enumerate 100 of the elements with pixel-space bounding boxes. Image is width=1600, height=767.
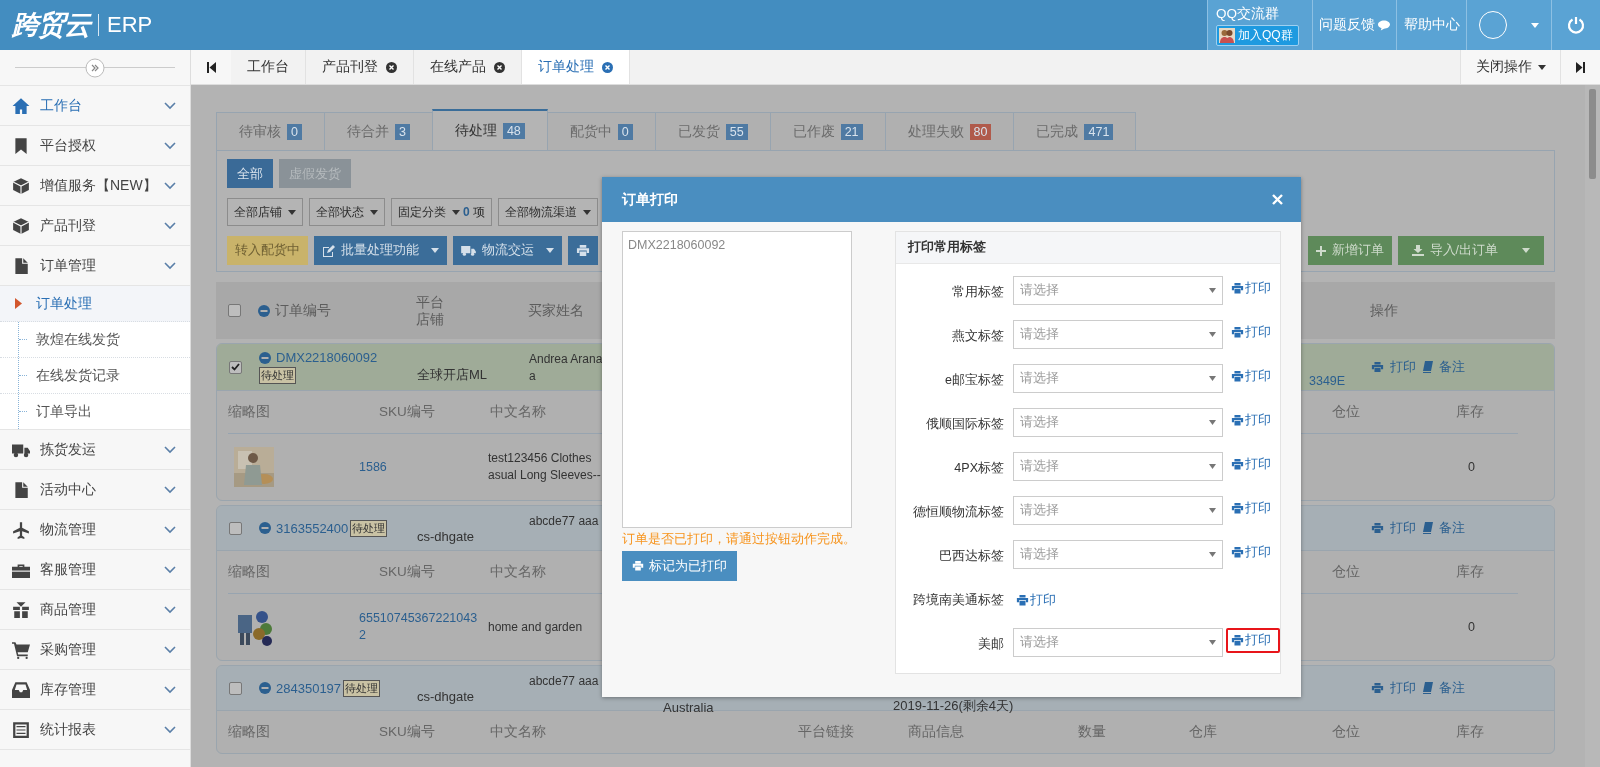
label-select[interactable]: 请选择 [1013,628,1223,657]
count-badge: 471 [1084,123,1114,140]
column-header: 仓库 [1189,723,1217,741]
help-center-button[interactable]: 帮助中心 [1396,0,1466,50]
column-header: 库存 [1456,403,1484,421]
order-number-link[interactable]: 3163552400 [259,520,349,536]
sidebar-item[interactable]: 采购管理 [0,630,190,670]
filter-button[interactable]: 全部 [227,159,273,188]
sidebar-item[interactable]: 产品刊登 [0,206,190,246]
status-tab[interactable]: 已完成 471 [1013,112,1137,150]
print-link[interactable]: 打印 [1011,584,1280,613]
label-select[interactable]: 请选择 [1013,364,1223,393]
print-link[interactable]: 打印 [1226,452,1280,477]
print-link[interactable]: 打印 [1371,358,1416,376]
filter-dropdown[interactable]: 全部物流渠道 [498,198,599,226]
note-link[interactable]: 备注 [1422,358,1465,376]
close-operations-menu[interactable]: 关闭操作 [1460,50,1560,84]
product-name: home and garden [488,618,584,636]
qq-group-label: QQ交流群 [1216,4,1279,23]
action-button[interactable]: 转入配货中 [227,236,308,265]
count-badge: 21 [840,123,863,140]
print-link[interactable]: 打印 [1371,679,1416,697]
label-select[interactable]: 请选择 [1013,496,1223,525]
filter-dropdown[interactable]: 全部状态 [309,198,385,226]
sidebar-item[interactable]: 统计报表 [0,710,190,750]
field-label: 德恒顺物流标签 [912,504,1004,521]
sidebar-item[interactable]: 工作台 [0,86,190,126]
sidebar-subitem[interactable]: 在线发货记录 [0,358,190,394]
label-select[interactable]: 请选择 [1013,320,1223,349]
sidebar-subitem[interactable]: 订单导出 [0,394,190,429]
tracking-number: 3349E [1309,374,1346,390]
sidebar-item[interactable]: 商品管理 [0,590,190,630]
country: Australia [663,700,715,715]
column-header: 仓位 [1332,723,1360,741]
order-number-link[interactable]: 284350197 [259,680,342,696]
filter-dropdown[interactable]: 固定分类 0 项 [391,198,493,226]
label-select[interactable]: 请选择 [1013,408,1223,437]
feedback-button[interactable]: 问题反馈 [1312,0,1396,50]
column-header: 中文名称 [490,723,546,741]
sidebar-item[interactable]: 增值服务【NEW】 [0,166,190,206]
label-select[interactable]: 请选择 [1013,452,1223,481]
sidebar-subitem[interactable]: 敦煌在线发货 [0,322,190,358]
join-qq-button[interactable]: 加入QQ群 [1216,24,1299,46]
mark-printed-button[interactable]: 标记为已打印 [622,551,737,581]
label-select[interactable]: 请选择 [1013,540,1223,569]
order-list-field[interactable]: DMX2218060092 [622,231,852,528]
action-button[interactable]: 导入/出订单 [1397,236,1544,265]
column-header: 库存 [1456,723,1484,741]
print-link[interactable]: 打印 [1226,628,1280,653]
action-button[interactable]: 物流交运 [453,236,562,265]
field-label: 俄顺国际标签 [925,416,1004,433]
field-label: 巴西达标签 [938,548,1004,565]
order-number-link[interactable]: DMX2218060092 [259,350,378,365]
filter-dropdown[interactable]: 全部店铺 [227,198,303,226]
store-name: 全球开店ML [417,366,489,384]
field-label: 燕文标签 [951,328,1004,345]
note-link[interactable]: 备注 [1422,679,1465,697]
sku-link[interactable]: 655107453672210432 [359,610,484,644]
sidebar-item[interactable]: 拣货发运 [0,430,190,470]
action-button[interactable]: 新增订单 [1307,236,1392,265]
label-select[interactable]: 请选择 [1013,276,1223,305]
sku-link[interactable]: 1586 [359,458,484,476]
print-link[interactable]: 打印 [1371,519,1416,537]
column-header: SKU编号 [379,563,435,581]
store-name: cs-dhgate [417,689,476,706]
print-link[interactable]: 打印 [1226,408,1280,433]
buyer-name: abcde77 aaa [529,513,600,530]
print-link[interactable]: 打印 [1226,496,1280,521]
print-link[interactable]: 打印 [1226,276,1280,301]
buyer-name: abcde77 aaa [529,673,600,690]
status-badge: 待处理 [259,367,296,384]
field-label: 美邮 [977,636,1004,653]
sidebar-item[interactable]: 物流管理 [0,510,190,550]
column-header: 仓位 [1332,403,1360,421]
sidebar-item[interactable]: 客服管理 [0,550,190,590]
status-tab[interactable]: 待审核 0 [216,112,325,150]
print-link[interactable]: 打印 [1226,320,1280,345]
buyer-name: a [529,368,537,385]
sidebar-item[interactable]: 库存管理 [0,670,190,710]
field-label: 常用标签 [951,284,1004,301]
tab[interactable]: 订单处理 [522,50,630,84]
count-badge: 55 [725,123,748,140]
print-link[interactable]: 打印 [1226,364,1280,389]
print-link[interactable]: 打印 [1226,540,1280,565]
count-badge: 0 [617,123,633,140]
column-header: 平台 店铺 [416,293,445,328]
column-header: 缩略图 [228,723,270,741]
column-header: 商品信息 [908,723,964,741]
column-header: 订单编号 [258,301,416,320]
sidebar-item[interactable]: 平台授权 [0,126,190,166]
column-header: 中文名称 [490,403,546,421]
note-link[interactable]: 备注 [1422,519,1465,537]
column-header: 库存 [1456,563,1484,581]
stock-count: 0 [1467,460,1476,474]
sidebar-subitem[interactable]: 订单处理 [0,286,190,322]
column-header: 缩略图 [228,403,270,421]
action-button[interactable]: 批量处理功能 [314,236,447,265]
sidebar-item[interactable]: 活动中心 [0,470,190,510]
count-badge: 0 [287,123,302,140]
column-header: 买家姓名 [528,301,585,320]
